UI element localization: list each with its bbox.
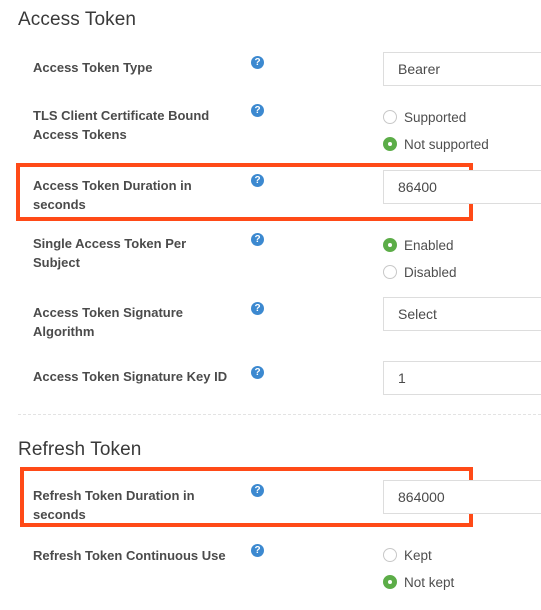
help-icon[interactable]: ? xyxy=(251,104,264,117)
help-icon[interactable]: ? xyxy=(251,544,264,557)
field-label: Refresh Token Duration in seconds xyxy=(33,488,195,522)
radio-label: Kept xyxy=(404,547,432,563)
radio-label: Not kept xyxy=(404,574,455,590)
radio-label: Supported xyxy=(404,109,467,125)
radio-button-checked[interactable] xyxy=(383,575,397,589)
help-icon[interactable]: ? xyxy=(251,174,264,187)
help-icon[interactable]: ? xyxy=(251,56,264,69)
radio-disabled[interactable]: Disabled xyxy=(383,263,457,281)
section-title-refresh-token: Refresh Token xyxy=(18,439,142,460)
radio-button-unchecked[interactable] xyxy=(383,110,397,124)
radio-kept[interactable]: Kept xyxy=(383,546,432,564)
radio-label: Enabled xyxy=(404,237,454,253)
radio-button-checked[interactable] xyxy=(383,238,397,252)
field-label: Access Token Duration in seconds xyxy=(33,178,192,212)
radio-enabled[interactable]: Enabled xyxy=(383,236,454,254)
radio-label: Not supported xyxy=(404,136,489,152)
radio-button-checked[interactable] xyxy=(383,137,397,151)
refresh-token-duration-input[interactable]: 864000 xyxy=(383,480,541,514)
help-icon[interactable]: ? xyxy=(251,233,264,246)
signature-algorithm-select[interactable]: Select xyxy=(383,297,541,331)
radio-not-kept[interactable]: Not kept xyxy=(383,573,454,591)
field-label: TLS Client Certificate Bound Access Toke… xyxy=(33,108,210,142)
access-token-type-select[interactable]: Bearer xyxy=(383,52,541,86)
section-divider xyxy=(18,414,541,415)
field-label: Single Access Token Per Subject xyxy=(33,236,187,270)
help-icon[interactable]: ? xyxy=(251,366,264,379)
help-icon[interactable]: ? xyxy=(251,302,264,315)
radio-not-supported[interactable]: Not supported xyxy=(383,135,489,153)
radio-label: Disabled xyxy=(404,264,457,280)
field-label: Refresh Token Continuous Use xyxy=(33,548,226,563)
help-icon[interactable]: ? xyxy=(251,484,264,497)
section-title-access-token: Access Token xyxy=(18,9,137,30)
radio-supported[interactable]: Supported xyxy=(383,108,466,126)
radio-button-unchecked[interactable] xyxy=(383,548,397,562)
signature-key-id-input[interactable]: 1 xyxy=(383,361,541,395)
field-label: Access Token Signature Algorithm xyxy=(33,305,184,339)
radio-button-unchecked[interactable] xyxy=(383,265,397,279)
field-label: Access Token Type xyxy=(33,60,153,75)
field-label: Access Token Signature Key ID xyxy=(33,369,228,384)
access-token-duration-input[interactable]: 86400 xyxy=(383,170,541,204)
